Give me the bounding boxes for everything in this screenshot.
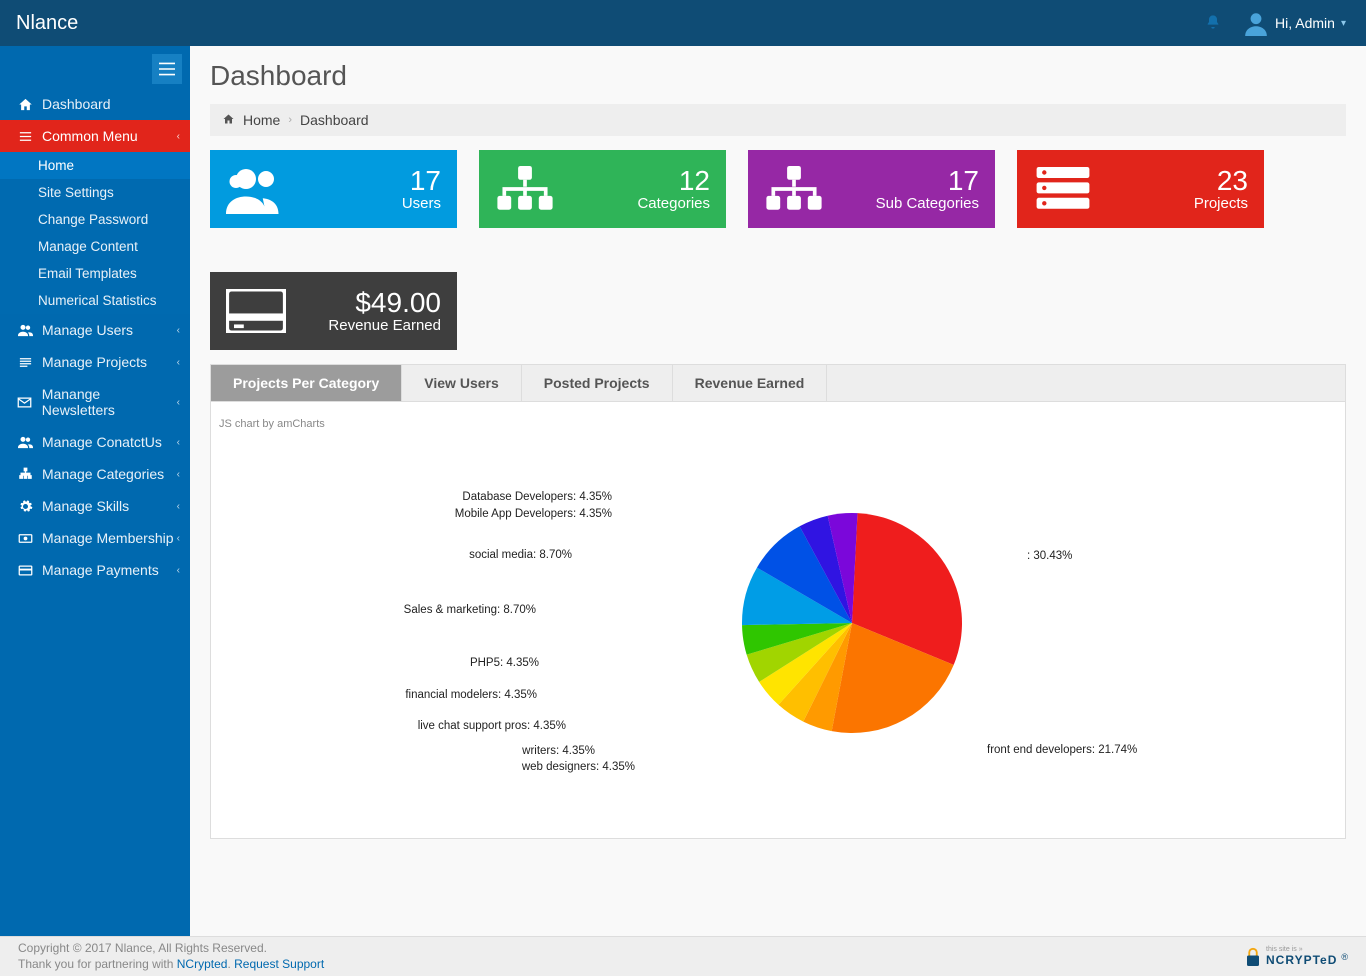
pie-label: writers: 4.35%: [217, 745, 595, 757]
menu-icon: [159, 62, 175, 76]
pie-label: Database Developers: 4.35%: [217, 491, 612, 503]
sitemap-icon: [495, 166, 555, 212]
breadcrumb: Home › Dashboard: [210, 104, 1346, 136]
pie-svg: [737, 508, 967, 738]
sidebar-item-manage-projects[interactable]: Manage Projects‹: [0, 346, 190, 378]
footer-ncrypted-link[interactable]: NCrypted: [177, 957, 228, 971]
tab-view-users[interactable]: View Users: [402, 365, 521, 401]
pie-label: : 30.43%: [1027, 550, 1072, 562]
pie-label: front end developers: 21.74%: [987, 744, 1137, 756]
chart-credit[interactable]: JS chart by amCharts: [219, 418, 1339, 430]
lock-icon: [1244, 946, 1262, 968]
stat-card-projects[interactable]: 23Projects: [1017, 150, 1264, 228]
sidebar-subitem-change-password[interactable]: Change Password: [0, 206, 190, 233]
sidebar-item-manage-membership[interactable]: Manage Membership‹: [0, 522, 190, 554]
sidebar-item-manange-newsletters[interactable]: Manange Newsletters‹: [0, 378, 190, 426]
avatar-icon: [1243, 10, 1269, 36]
chevron-left-icon: ‹: [177, 325, 180, 336]
sidebar-item-manage-conatctus[interactable]: Manage ConatctUs‹: [0, 426, 190, 458]
gear-icon: [14, 499, 36, 514]
notifications-bell-icon[interactable]: [1205, 13, 1221, 34]
projects-icon: [14, 355, 36, 370]
pie-label: social media: 8.70%: [217, 549, 572, 561]
pie-label: Sales & marketing: 8.70%: [217, 604, 536, 616]
sidebar-subitem-numerical-statistics[interactable]: Numerical Statistics: [0, 287, 190, 314]
sidebar-toggle[interactable]: [152, 54, 182, 84]
pie-label: live chat support pros: 4.35%: [217, 720, 566, 732]
home-icon: [14, 97, 36, 112]
tab-revenue-earned[interactable]: Revenue Earned: [673, 365, 828, 401]
pie-label: Mobile App Developers: 4.35%: [217, 508, 612, 520]
tab-projects-per-category[interactable]: Projects Per Category: [211, 365, 402, 401]
sidebar-subitem-email-templates[interactable]: Email Templates: [0, 260, 190, 287]
users-icon: [14, 323, 36, 338]
sidebar-item-common-menu[interactable]: Common Menu‹: [0, 120, 190, 152]
server-icon: [1033, 167, 1093, 211]
list-icon: [14, 129, 36, 144]
stat-cards: 17Users 12Categories 17Sub Categories 23Pro…: [210, 150, 1346, 350]
sidebar-subitem-home[interactable]: Home: [0, 152, 190, 179]
sidebar-subitem-site-settings[interactable]: Site Settings: [0, 179, 190, 206]
chart-panel: JS chart by amCharts Database Developers…: [210, 402, 1346, 839]
users-icon: [14, 435, 36, 450]
sidebar-item-manage-payments[interactable]: Manage Payments‹: [0, 554, 190, 586]
sidebar: DashboardCommon Menu‹HomeSite SettingsCh…: [0, 46, 190, 936]
creditcard-icon: [226, 289, 286, 333]
sidebar-item-manage-categories[interactable]: Manage Categories‹: [0, 458, 190, 490]
pie-label: financial modelers: 4.35%: [217, 689, 537, 701]
header: Nlance Hi, Admin ▾: [0, 0, 1366, 46]
chevron-left-icon: ‹: [177, 565, 180, 576]
user-greeting: Hi, Admin: [1275, 15, 1335, 31]
pie-label: web designers: 4.35%: [217, 761, 635, 773]
sidebar-item-dashboard[interactable]: Dashboard: [0, 88, 190, 120]
breadcrumb-home[interactable]: Home: [243, 112, 280, 128]
chevron-left-icon: ‹: [177, 357, 180, 368]
stat-card-revenue-earned[interactable]: $49.00Revenue Earned: [210, 272, 457, 350]
chevron-left-icon: ‹: [177, 397, 180, 408]
sidebar-item-manage-skills[interactable]: Manage Skills‹: [0, 490, 190, 522]
card-icon: [14, 563, 36, 578]
pie-label: PHP5: 4.35%: [217, 657, 539, 669]
sidebar-subitem-manage-content[interactable]: Manage Content: [0, 233, 190, 260]
chevron-left-icon: ‹: [177, 131, 180, 142]
home-icon: [222, 112, 235, 128]
cash-icon: [14, 531, 36, 546]
footer-support-link[interactable]: Request Support: [234, 957, 324, 971]
sitemap-icon: [14, 467, 36, 482]
footer-copyright: Copyright © 2017 Nlance, All Rights Rese…: [18, 941, 324, 957]
user-menu[interactable]: Hi, Admin ▾: [1243, 10, 1346, 36]
users-icon: [226, 164, 286, 214]
stat-card-users[interactable]: 17Users: [210, 150, 457, 228]
ncrypted-badge[interactable]: this site is » NCRYPTeD ®: [1244, 946, 1348, 968]
chevron-left-icon: ‹: [177, 437, 180, 448]
breadcrumb-current: Dashboard: [300, 112, 369, 128]
tab-posted-projects[interactable]: Posted Projects: [522, 365, 673, 401]
chevron-left-icon: ‹: [177, 533, 180, 544]
stat-card-categories[interactable]: 12Categories: [479, 150, 726, 228]
chevron-left-icon: ‹: [177, 501, 180, 512]
sitemap-icon: [764, 166, 824, 212]
chevron-left-icon: ‹: [177, 469, 180, 480]
footer-partner-text: Thank you for partnering with: [18, 957, 177, 971]
chevron-down-icon: ▾: [1341, 18, 1346, 29]
pie-chart: Database Developers: 4.35% Mobile App Dev…: [217, 438, 1339, 818]
sidebar-item-manage-users[interactable]: Manage Users‹: [0, 314, 190, 346]
chart-tabs: Projects Per CategoryView UsersPosted Pr…: [210, 364, 1346, 402]
main-content: Dashboard Home › Dashboard 17Users 12Cate…: [190, 46, 1366, 936]
envelope-icon: [14, 395, 36, 410]
footer: Copyright © 2017 Nlance, All Rights Rese…: [0, 936, 1366, 976]
stat-card-sub-categories[interactable]: 17Sub Categories: [748, 150, 995, 228]
brand-logo[interactable]: Nlance: [16, 12, 78, 35]
breadcrumb-separator: ›: [288, 114, 292, 126]
page-title: Dashboard: [210, 60, 1346, 92]
